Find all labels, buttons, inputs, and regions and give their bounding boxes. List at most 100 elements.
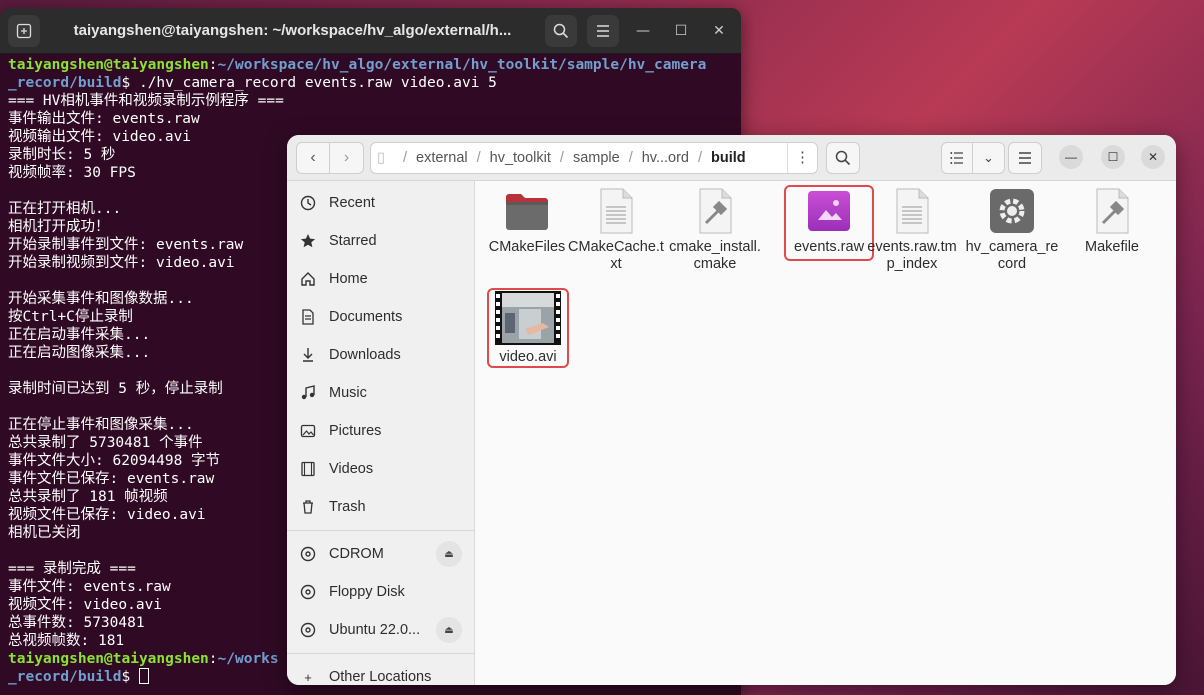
path-menu-button[interactable]: ⋮ [787, 143, 817, 173]
back-button[interactable]: ‹ [296, 141, 330, 174]
file-item[interactable]: events.raw.tmp_index [864, 187, 960, 273]
terminal-text: 开始采集事件和图像数据... [8, 291, 194, 307]
sidebar-item-pictures[interactable]: Pictures [287, 412, 474, 450]
breadcrumb-current[interactable]: build [711, 150, 746, 166]
file-manager-window[interactable]: ‹ › ▯ / external / hv_toolkit / sample /… [287, 135, 1176, 685]
forward-button[interactable]: › [330, 141, 364, 174]
terminal-text: 视频文件: video.avi [8, 597, 163, 613]
terminal-close-button[interactable]: ✕ [705, 17, 733, 45]
maximize-icon: ☐ [1107, 150, 1119, 164]
list-view-button[interactable] [941, 142, 973, 174]
more-vertical-icon: ⋮ [795, 150, 810, 166]
file-item[interactable]: CMakeFiles [479, 187, 575, 256]
file-name: video.avi [499, 349, 557, 365]
breadcrumb-overflow: ▯ [377, 150, 385, 166]
breadcrumb-separator: / [402, 150, 408, 166]
prompt-path: _record/build [8, 669, 122, 685]
file-name: events.raw.tmp_index [867, 239, 957, 272]
files-minimize-button[interactable]: — [1059, 145, 1083, 169]
hamburger-icon [1019, 152, 1031, 164]
sidebar-item-documents[interactable]: Documents [287, 298, 474, 336]
sidebar-item-home[interactable]: Home [287, 260, 474, 298]
terminal-text: 总共录制了 5730481 个事件 [8, 435, 203, 451]
sidebar-item-starred[interactable]: Starred [287, 222, 474, 260]
sidebar-device[interactable]: CDROM ⏏ [287, 535, 474, 573]
sidebar-device[interactable]: Ubuntu 22.0... ⏏ [287, 611, 474, 649]
terminal-line: === HV相机事件和视频录制示例程序 === [8, 92, 733, 110]
terminal-title: taiyangshen@taiyangshen: ~/workspace/hv_… [73, 22, 512, 39]
terminal-text: 事件文件已保存: events.raw [8, 471, 215, 487]
places-sidebar: Recent Starred Home Documents Downloads Music… [287, 181, 475, 685]
terminal-text: 相机已关闭 [8, 525, 81, 541]
breadcrumb-item[interactable]: hv_toolkit [490, 150, 551, 166]
breadcrumb-separator: / [698, 150, 703, 166]
files-close-button[interactable]: ✕ [1141, 145, 1165, 169]
sidebar-item-videos[interactable]: Videos [287, 450, 474, 488]
terminal-maximize-button[interactable]: ☐ [667, 17, 695, 45]
close-icon: ✕ [713, 22, 725, 39]
eject-button[interactable]: ⏏ [436, 541, 462, 567]
terminal-text: 正在打开相机... [8, 201, 122, 217]
text-file-icon [888, 187, 936, 235]
sidebar-item-label: Starred [329, 233, 377, 249]
list-view-icon [950, 152, 963, 164]
eject-icon: ⏏ [444, 624, 454, 636]
file-item[interactable]: Makefile [1064, 187, 1160, 256]
view-options-button[interactable]: ⌄ [973, 142, 1005, 174]
terminal-text: 事件输出文件: events.raw [8, 111, 200, 127]
text-file-icon [592, 187, 640, 235]
hamburger-icon [597, 24, 609, 37]
sidebar-item-label: Ubuntu 22.0... [329, 622, 421, 638]
new-tab-icon [16, 23, 32, 38]
sidebar-item-other-locations[interactable]: + Other Locations [287, 658, 474, 685]
terminal-text: 录制时间已达到 5 秒，停止录制 [8, 381, 223, 397]
sidebar-item-label: Music [329, 385, 367, 401]
breadcrumb-item[interactable]: external [416, 150, 468, 166]
terminal-search-button[interactable] [545, 14, 577, 47]
sidebar-item-label: Trash [329, 499, 366, 515]
chevron-left-icon: ‹ [310, 148, 316, 166]
terminal-text: 总共录制了 181 帧视频 [8, 489, 168, 505]
pictures-icon [299, 422, 317, 440]
terminal-minimize-button[interactable]: — [629, 17, 657, 45]
file-item[interactable]: events.raw [781, 187, 877, 256]
sidebar-item-trash[interactable]: Trash [287, 488, 474, 526]
file-grid[interactable]: CMakeFiles CMakeCache.txt cmake_install.cm… [476, 181, 1176, 685]
terminal-text: 视频帧率: 30 FPS [8, 165, 136, 181]
file-item[interactable]: CMakeCache.txt [568, 187, 664, 273]
terminal-text: 总事件数: 5730481 [8, 615, 145, 631]
sidebar-item-music[interactable]: Music [287, 374, 474, 412]
sidebar-item-label: Videos [329, 461, 374, 477]
prompt-path: ~/works [217, 651, 279, 667]
sidebar-separator [287, 530, 474, 531]
terminal-text: 事件文件: events.raw [8, 579, 171, 595]
sidebar-item-recent[interactable]: Recent [287, 184, 474, 222]
terminal-text: === 录制完成 === [8, 561, 136, 577]
sidebar-item-downloads[interactable]: Downloads [287, 336, 474, 374]
file-name: events.raw [793, 239, 865, 255]
breadcrumb-item[interactable]: sample [573, 150, 620, 166]
terminal-line: taiyangshen@taiyangshen:~/workspace/hv_a… [8, 56, 733, 74]
new-tab-button[interactable] [8, 14, 40, 47]
videos-icon [299, 460, 317, 478]
file-item[interactable]: cmake_install.cmake [667, 187, 763, 273]
terminal-titlebar: taiyangshen@taiyangshen: ~/workspace/hv_… [0, 8, 741, 54]
files-search-button[interactable] [826, 142, 860, 174]
file-name: Makefile [1085, 239, 1139, 255]
breadcrumb-item[interactable]: hv...ord [642, 150, 689, 166]
sidebar-device[interactable]: Floppy Disk [287, 573, 474, 611]
clock-icon [299, 194, 317, 212]
search-icon [553, 23, 569, 38]
search-icon [835, 150, 851, 166]
file-item[interactable]: hv_camera_record [964, 187, 1060, 273]
terminal-menu-button[interactable] [587, 14, 619, 47]
file-item[interactable]: video.avi [480, 291, 576, 366]
sidebar-item-label: Recent [329, 195, 375, 211]
sidebar-item-label: Floppy Disk [329, 584, 405, 600]
disc-icon [299, 545, 317, 563]
files-menu-button[interactable] [1008, 142, 1042, 174]
eject-button[interactable]: ⏏ [436, 617, 462, 643]
files-maximize-button[interactable]: ☐ [1101, 145, 1125, 169]
terminal-text: 开始录制事件到文件: events.raw [8, 237, 244, 253]
prompt-path: ~/workspace/hv_algo/external/hv_toolkit/… [217, 57, 707, 73]
